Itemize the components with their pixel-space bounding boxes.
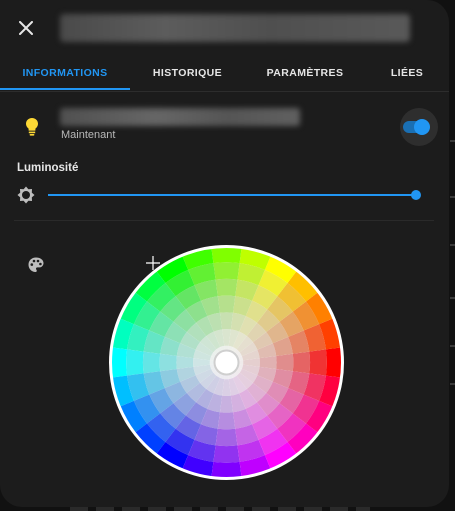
light-toggle[interactable] <box>400 108 438 146</box>
color-wheel-segment[interactable] <box>213 262 240 280</box>
section-divider <box>14 220 434 221</box>
palette-icon <box>28 257 44 272</box>
background-edge <box>450 383 455 385</box>
close-icon <box>19 21 33 35</box>
color-wheel-segment[interactable] <box>159 353 177 372</box>
background-edge <box>450 297 455 299</box>
tab-informations[interactable]: INFORMATIONS <box>0 58 130 90</box>
color-wheel-segment[interactable] <box>219 395 234 413</box>
background-content <box>70 507 370 511</box>
color-wheel-segment[interactable] <box>217 412 236 430</box>
color-wheel-segment[interactable] <box>215 428 238 447</box>
tab-bar: INFORMATIONS HISTORIQUE PARAMÈTRES LIÉES <box>0 58 449 90</box>
color-wheel-segment[interactable] <box>126 349 144 376</box>
more-info-dialog: INFORMATIONS HISTORIQUE PARAMÈTRES LIÉES… <box>0 0 449 507</box>
toggle-knob <box>414 119 430 135</box>
color-wheel-segment[interactable] <box>215 278 238 297</box>
lightbulb-icon <box>26 118 38 136</box>
close-button[interactable] <box>14 16 38 40</box>
brightness-icon <box>17 186 35 204</box>
tabs-divider <box>0 91 449 92</box>
color-wheel-segment[interactable] <box>176 355 194 370</box>
brightness-slider[interactable] <box>48 186 421 204</box>
tab-liees[interactable]: LIÉES <box>365 58 449 90</box>
dialog-title-redacted <box>60 14 410 42</box>
tab-parametres[interactable]: PARAMÈTRES <box>245 58 365 90</box>
color-wheel-segment[interactable] <box>219 312 234 330</box>
color-wheel-segment[interactable] <box>309 349 327 376</box>
last-changed-text: Maintenant <box>61 129 116 141</box>
color-wheel-marker[interactable] <box>213 349 240 376</box>
color-wheel-segment[interactable] <box>292 351 311 374</box>
background-edge <box>450 140 455 142</box>
color-wheel-segment[interactable] <box>259 355 277 370</box>
color-wheel-segment[interactable] <box>142 351 161 374</box>
color-wheel-segment[interactable] <box>276 353 294 372</box>
crosshair-cursor-icon <box>146 256 160 270</box>
tab-historique[interactable]: HISTORIQUE <box>130 58 245 90</box>
entity-name-redacted <box>60 108 300 126</box>
background-edge <box>450 196 455 198</box>
background-edge <box>450 345 455 347</box>
color-wheel-segment[interactable] <box>213 445 240 463</box>
color-wheel-segment[interactable] <box>217 295 236 313</box>
color-wheel[interactable] <box>108 244 345 481</box>
brightness-slider-track <box>48 194 416 196</box>
background-edge <box>450 244 455 246</box>
brightness-slider-thumb[interactable] <box>411 190 421 200</box>
brightness-label: Luminosité <box>17 162 79 174</box>
